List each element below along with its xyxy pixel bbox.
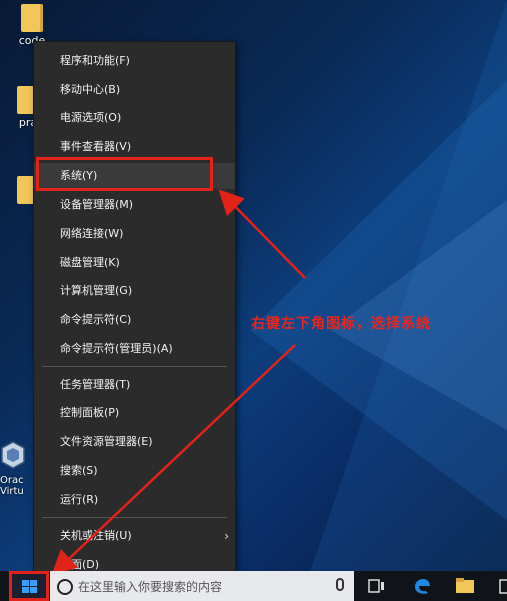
arrow-to-start <box>51 344 296 576</box>
start-button[interactable] <box>9 571 49 601</box>
search-input[interactable]: 在这里输入你要搜索的内容 <box>78 578 222 595</box>
edge-icon[interactable] <box>412 577 432 595</box>
cortana-icon <box>57 579 73 595</box>
annotation-arrows <box>51 189 306 576</box>
microphone-icon[interactable] <box>336 578 344 591</box>
taskbar-search-box[interactable]: 在这里输入你要搜索的内容 <box>50 571 354 601</box>
file-explorer-icon[interactable] <box>455 577 475 595</box>
annotation-text: 右键左下角图标，选择系统 <box>251 316 431 332</box>
store-icon[interactable] <box>495 577 507 595</box>
arrow-to-system <box>218 189 306 279</box>
task-view-icon[interactable] <box>367 577 387 595</box>
start-windows-icon <box>22 580 38 594</box>
